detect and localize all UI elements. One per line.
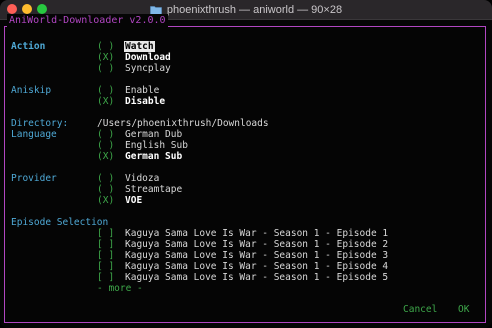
action-syncplay-option[interactable]: Syncplay bbox=[125, 63, 171, 74]
provider-voe-option[interactable]: VOE bbox=[125, 195, 142, 206]
language-english-sub-option[interactable]: English Sub bbox=[125, 140, 188, 151]
episode-checkbox[interactable]: [ ] bbox=[97, 261, 114, 272]
provider-vidoza-radio[interactable]: ( ) bbox=[97, 173, 114, 184]
episode-item[interactable]: Kaguya Sama Love Is War - Season 1 - Epi… bbox=[125, 272, 388, 283]
provider-streamtape-option[interactable]: Streamtape bbox=[125, 184, 182, 195]
provider-label: Provider bbox=[11, 173, 57, 184]
language-label: Language bbox=[11, 129, 57, 140]
language-english-sub-radio[interactable]: ( ) bbox=[97, 140, 114, 151]
episode-checkbox[interactable]: [ ] bbox=[97, 228, 114, 239]
provider-vidoza-option[interactable]: Vidoza bbox=[125, 173, 159, 184]
more-episodes-link[interactable]: - more - bbox=[97, 283, 143, 294]
episode-item[interactable]: Kaguya Sama Love Is War - Season 1 - Epi… bbox=[125, 250, 388, 261]
language-german-sub-radio[interactable]: (X) bbox=[97, 151, 114, 162]
provider-streamtape-radio[interactable]: ( ) bbox=[97, 184, 114, 195]
action-watch-option[interactable]: Watch bbox=[124, 41, 155, 52]
aniskip-disable-radio[interactable]: (X) bbox=[97, 96, 114, 107]
folder-icon bbox=[150, 5, 162, 15]
provider-voe-radio[interactable]: (X) bbox=[97, 195, 114, 206]
episode-checkbox[interactable]: [ ] bbox=[97, 272, 114, 283]
action-syncplay-radio[interactable]: ( ) bbox=[97, 63, 114, 74]
action-watch-radio[interactable]: ( ) bbox=[97, 41, 114, 52]
episode-checkbox[interactable]: [ ] bbox=[97, 239, 114, 250]
window-title-text: phoenixthrush — aniworld — 90×28 bbox=[166, 3, 343, 16]
episode-selection-label: Episode Selection bbox=[11, 217, 109, 228]
terminal-window: phoenixthrush — aniworld — 90×28 AniWorl… bbox=[0, 0, 492, 328]
language-german-dub-radio[interactable]: ( ) bbox=[97, 129, 114, 140]
language-german-sub-option[interactable]: German Sub bbox=[125, 151, 182, 162]
episode-item[interactable]: Kaguya Sama Love Is War - Season 1 - Epi… bbox=[125, 261, 388, 272]
episode-item[interactable]: Kaguya Sama Love Is War - Season 1 - Epi… bbox=[125, 228, 388, 239]
directory-label: Directory: bbox=[11, 118, 69, 129]
directory-input[interactable]: /Users/phoenixthrush/Downloads bbox=[97, 118, 269, 129]
action-download-radio[interactable]: (X) bbox=[97, 52, 114, 63]
aniskip-label: Aniskip bbox=[11, 85, 52, 96]
aniskip-disable-option[interactable]: Disable bbox=[125, 96, 165, 107]
episode-item[interactable]: Kaguya Sama Love Is War - Season 1 - Epi… bbox=[125, 239, 388, 250]
action-label: Action bbox=[11, 41, 46, 52]
app-title: AniWorld-Downloader v2.0.0 bbox=[7, 14, 168, 27]
language-german-dub-option[interactable]: German Dub bbox=[125, 129, 182, 140]
aniskip-enable-option[interactable]: Enable bbox=[125, 85, 159, 96]
cancel-button[interactable]: Cancel bbox=[403, 304, 437, 315]
episode-checkbox[interactable]: [ ] bbox=[97, 250, 114, 261]
ok-button[interactable]: OK bbox=[458, 304, 469, 315]
aniskip-enable-radio[interactable]: ( ) bbox=[97, 85, 114, 96]
action-download-option[interactable]: Download bbox=[125, 52, 171, 63]
